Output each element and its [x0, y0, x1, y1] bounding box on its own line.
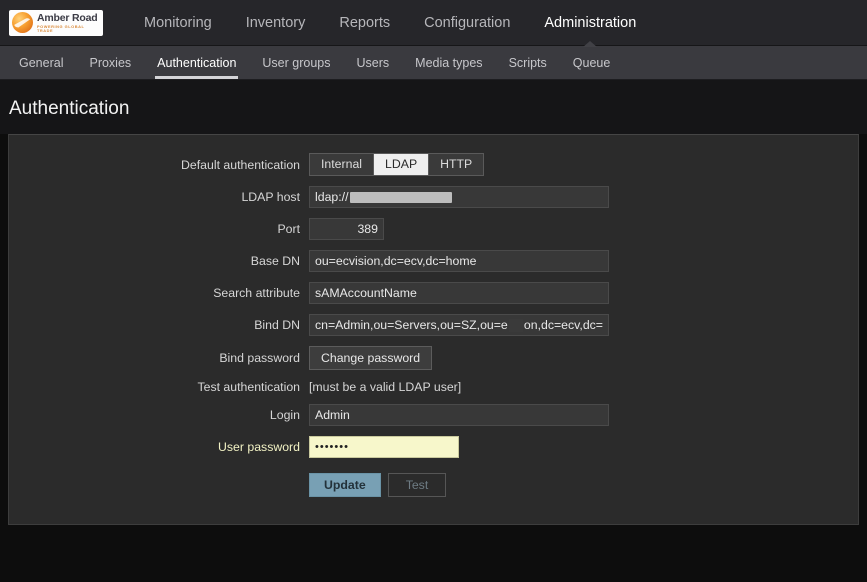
nav-item-inventory[interactable]: Inventory: [229, 0, 323, 46]
tab-authentication[interactable]: Authentication: [144, 46, 249, 80]
nav-item-administration[interactable]: Administration: [527, 0, 653, 47]
tab-media-types[interactable]: Media types: [402, 46, 495, 80]
label-login: Login: [269, 408, 300, 422]
login-input[interactable]: Admin: [309, 404, 609, 426]
radio-ldap[interactable]: LDAP: [374, 154, 430, 175]
row-ldap-host: LDAP host ldap://: [9, 186, 858, 208]
bind-dn-value-start: cn=Admin,ou=Servers,ou=SZ,ou=e: [315, 318, 508, 332]
bind-dn-value-end: on,dc=ecv,dc=: [523, 318, 603, 332]
nav-item-monitoring[interactable]: Monitoring: [127, 0, 229, 46]
tab-queue[interactable]: Queue: [560, 46, 624, 80]
ldap-host-value: ldap://: [315, 190, 349, 204]
label-search-attribute: Search attribute: [213, 286, 300, 300]
amber-road-logo-icon: [12, 12, 33, 33]
row-bind-password: Bind password Change password: [9, 346, 858, 370]
default-authentication-radio-group[interactable]: Internal LDAP HTTP: [309, 153, 485, 176]
radio-internal[interactable]: Internal: [310, 154, 375, 175]
search-attribute-input[interactable]: sAMAccountName: [309, 282, 609, 304]
main-navigation: Monitoring Inventory Reports Configurati…: [127, 0, 653, 47]
label-user-password: User password: [217, 440, 300, 454]
ldap-host-input[interactable]: ldap://: [309, 186, 609, 208]
port-input[interactable]: 389: [309, 218, 384, 240]
nav-item-configuration[interactable]: Configuration: [407, 0, 527, 46]
tab-proxies[interactable]: Proxies: [76, 46, 144, 80]
row-user-password: User password •••••••: [9, 436, 858, 458]
page-header: Authentication: [0, 80, 867, 134]
row-base-dn: Base DN ou=ecvision,dc=ecv,dc=home: [9, 250, 858, 272]
label-bind-password: Bind password: [219, 351, 300, 365]
top-header: Amber Road POWERING GLOBAL TRADE Monitor…: [0, 0, 867, 47]
logo-text: Amber Road POWERING GLOBAL TRADE: [37, 12, 100, 33]
row-login: Login Admin: [9, 404, 858, 426]
change-password-button[interactable]: Change password: [309, 346, 433, 370]
test-button[interactable]: Test: [387, 473, 447, 497]
row-test-authentication: Test authentication [must be a valid LDA…: [9, 380, 858, 394]
label-base-dn: Base DN: [250, 254, 300, 268]
row-search-attribute: Search attribute sAMAccountName: [9, 282, 858, 304]
label-test-authentication: Test authentication: [197, 380, 300, 394]
tab-scripts[interactable]: Scripts: [496, 46, 560, 80]
label-default-authentication: Default authentication: [181, 157, 300, 172]
test-authentication-hint: [must be a valid LDAP user]: [309, 380, 462, 394]
tab-users[interactable]: Users: [344, 46, 403, 80]
label-bind-dn: Bind DN: [254, 318, 300, 332]
authentication-form-panel: Default authentication Internal LDAP HTT…: [8, 134, 859, 525]
row-form-actions: Update Test: [9, 473, 858, 497]
row-port: Port 389: [9, 218, 858, 240]
logo-tagline: POWERING GLOBAL TRADE: [37, 24, 85, 33]
bind-dn-input[interactable]: cn=Admin,ou=Servers,ou=SZ,ou=e on,dc=ecv…: [309, 314, 609, 336]
logo-name: Amber Road: [37, 12, 98, 25]
label-port: Port: [277, 222, 300, 236]
user-password-input[interactable]: •••••••: [309, 436, 459, 458]
page-title: Authentication: [9, 98, 130, 119]
nav-item-reports[interactable]: Reports: [322, 0, 407, 46]
row-default-authentication: Default authentication Internal LDAP HTT…: [9, 153, 858, 176]
redaction-bar: [349, 191, 452, 203]
update-button[interactable]: Update: [309, 473, 381, 497]
radio-http[interactable]: HTTP: [429, 154, 484, 175]
redaction-bar: [508, 318, 523, 332]
tab-user-groups[interactable]: User groups: [249, 46, 343, 80]
label-ldap-host: LDAP host: [241, 190, 300, 204]
sub-navigation: General Proxies Authentication User grou…: [0, 46, 867, 80]
row-bind-dn: Bind DN cn=Admin,ou=Servers,ou=SZ,ou=e o…: [9, 314, 858, 336]
base-dn-input[interactable]: ou=ecvision,dc=ecv,dc=home: [309, 250, 609, 272]
tab-general[interactable]: General: [6, 46, 76, 80]
logo[interactable]: Amber Road POWERING GLOBAL TRADE: [9, 9, 103, 36]
